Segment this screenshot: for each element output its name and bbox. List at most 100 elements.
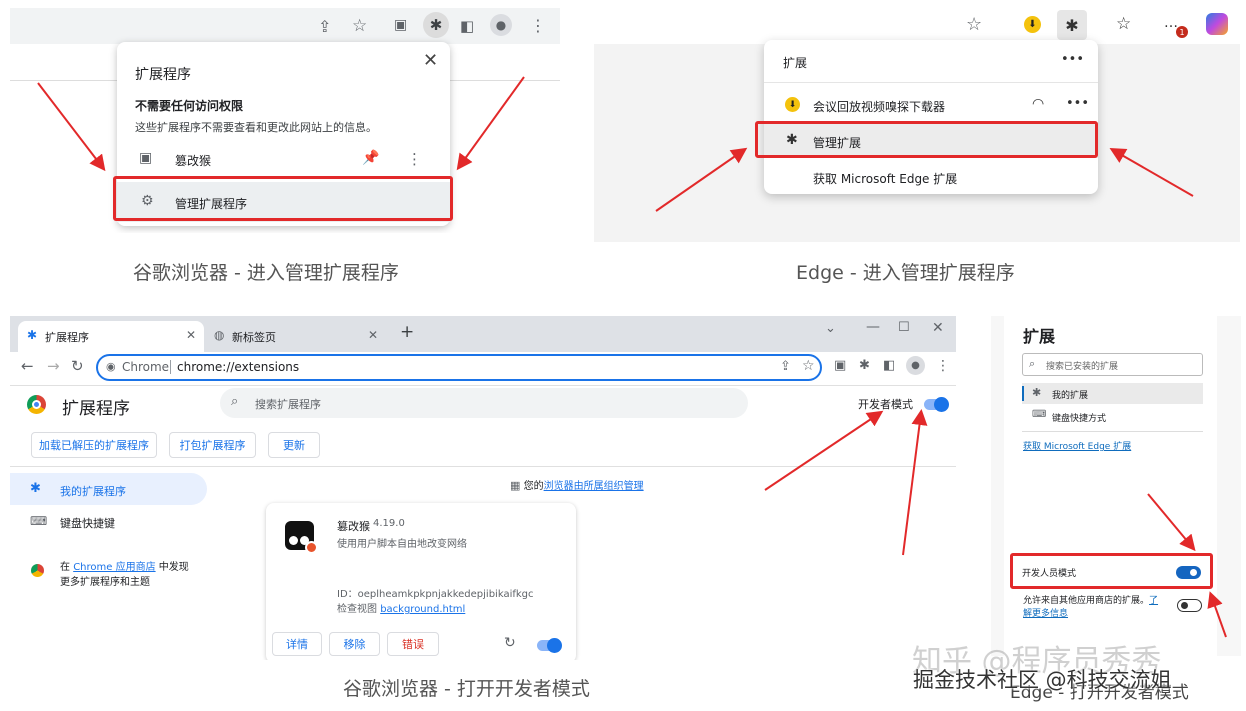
managed-prefix: 您的: [523, 481, 544, 492]
download-sniffer-toolbar-icon[interactable]: ⬇: [1024, 16, 1041, 33]
sidepanel-icon[interactable]: ◧: [883, 358, 895, 373]
edge-search-input[interactable]: ⌕ 搜索已安装的扩展: [1022, 353, 1203, 376]
extensions-puzzle-icon[interactable]: ✱: [423, 12, 449, 38]
bookmark-star-icon[interactable]: ☆: [802, 358, 815, 374]
highlight-manage-edge: [755, 121, 1098, 158]
sidebar-label: 键盘快捷键: [60, 517, 115, 530]
sidebar-item-my-extensions[interactable]: ✱ 我的扩展程序: [10, 473, 207, 505]
card-name: 篡改猴: [337, 520, 370, 533]
section-desc: 这些扩展程序不需要查看和更改此网站上的信息。: [135, 121, 377, 134]
close-icon[interactable]: ✕: [423, 50, 438, 71]
forward-icon[interactable]: →: [47, 357, 60, 375]
star-icon[interactable]: ☆: [352, 16, 367, 36]
chrome-extensions-page-screenshot: ✱ 扩展程序 ✕ ◍ 新标签页 ✕ + ⌄ — ☐ ✕ ← → ↻ ◉ Chro…: [10, 316, 956, 660]
learn-more-link-part1[interactable]: 了: [1149, 596, 1158, 606]
maximize-icon[interactable]: ☐: [898, 320, 910, 335]
extension-row[interactable]: ⬇ 会议回放视频嗅探下载器 ◠ •••: [764, 88, 1098, 122]
webstore-text-line2: 更多扩展程序和主题: [60, 577, 150, 588]
new-tab-button[interactable]: +: [400, 322, 414, 342]
webstore-text: 在 Chrome 应用商店 中发现: [60, 558, 189, 573]
reload-icon[interactable]: ↻: [71, 357, 84, 375]
sidebar-item-shortcuts[interactable]: ⌨ 键盘快捷键: [10, 508, 207, 536]
tampermonkey-logo: [285, 521, 318, 554]
window-close-icon[interactable]: ✕: [932, 320, 944, 336]
allow-text: 允许来自其他应用商店的扩展。: [1023, 596, 1150, 606]
close-tab-icon[interactable]: ✕: [368, 328, 378, 342]
url-separator: [170, 360, 171, 374]
sidepanel-icon[interactable]: ◧: [460, 17, 474, 35]
get-extensions-link[interactable]: 获取 Microsoft Edge 扩展: [1023, 439, 1131, 452]
dev-mode-toggle[interactable]: [924, 397, 949, 412]
chrome-logo: [27, 395, 46, 414]
action-bar-divider: [10, 466, 956, 467]
notification-badge: 1: [1176, 26, 1188, 38]
load-unpacked-button[interactable]: 加载已解压的扩展程序: [31, 432, 157, 458]
close-tab-icon[interactable]: ✕: [186, 328, 196, 342]
pin-icon[interactable]: 📌: [362, 150, 379, 166]
update-button[interactable]: 更新: [268, 432, 320, 458]
copilot-icon[interactable]: [1206, 13, 1228, 35]
url-text: chrome://extensions: [177, 360, 300, 374]
nav-shortcuts[interactable]: ⌨ 键盘快捷方式: [1022, 406, 1203, 427]
tab-newtab[interactable]: ◍ 新标签页 ✕: [206, 321, 384, 352]
puzzle-outline-icon: ✱: [30, 481, 41, 496]
star-icon[interactable]: ☆: [966, 14, 982, 35]
share-icon[interactable]: ⇪: [780, 359, 791, 374]
card-description: 使用用户脚本自由地改变网络: [337, 539, 467, 550]
omnibox[interactable]: ◉ Chrome chrome://extensions ⇪ ☆: [96, 354, 822, 381]
section-title: 不需要任何访问权限: [135, 99, 244, 113]
extensions-puzzle-icon[interactable]: ✱: [859, 358, 870, 373]
card-id: ID：oeplheamkpkpnjakkedepjibikaifkgc: [337, 589, 534, 600]
learn-more-link[interactable]: 解更多信息: [1023, 606, 1068, 619]
back-icon[interactable]: ←: [21, 357, 34, 375]
nav-my-extensions[interactable]: ✱ 我的扩展: [1022, 383, 1203, 404]
extensions-puzzle-icon[interactable]: ✱: [1057, 10, 1087, 40]
menu-kebab-icon[interactable]: ⋮: [530, 16, 546, 35]
more-options-icon[interactable]: ⋮: [407, 150, 422, 168]
tampermonkey-toolbar-icon[interactable]: ▣: [834, 358, 846, 373]
reload-extension-icon[interactable]: ↻: [504, 635, 516, 651]
inspect-link[interactable]: background.html: [380, 604, 465, 615]
watermark-juejin: 掘金技术社区 @科技交流姐: [913, 668, 1172, 692]
search-extensions-input[interactable]: ⌕ 搜索扩展程序: [220, 388, 748, 418]
visibility-eye-icon[interactable]: ◠: [1032, 96, 1044, 112]
menu-kebab-icon[interactable]: ⋮: [936, 358, 950, 374]
extension-enable-toggle[interactable]: [537, 638, 562, 653]
minimize-icon[interactable]: —: [866, 319, 880, 335]
highlight-dev-mode-edge: [1010, 553, 1213, 589]
webstore-icon: [31, 564, 44, 577]
favorites-icon[interactable]: ☆: [1116, 14, 1131, 34]
edge-toolbar: [594, 6, 1240, 44]
managed-notice: ▦ 您的浏览器由所属组织管理: [510, 477, 644, 492]
profile-avatar-icon[interactable]: ●: [906, 356, 925, 375]
details-button[interactable]: 详情: [272, 632, 322, 656]
extension-name: 篡改猴: [175, 154, 212, 168]
more-options-icon[interactable]: •••: [1066, 96, 1089, 111]
tab-extensions[interactable]: ✱ 扩展程序 ✕: [18, 321, 204, 352]
keyboard-icon: ⌨: [1032, 409, 1047, 420]
toggle-knob: [547, 638, 562, 653]
caption-chrome-dev: 谷歌浏览器 - 打开开发者模式: [343, 678, 590, 700]
nav-active-indicator: [1022, 386, 1024, 401]
managed-link[interactable]: 浏览器由所属组织管理: [544, 481, 644, 492]
tab-search-icon[interactable]: ⌄: [825, 321, 836, 336]
search-icon: ⌕: [231, 394, 239, 409]
allow-other-stores-toggle[interactable]: [1177, 599, 1202, 612]
get-extensions-link[interactable]: 获取 Microsoft Edge 扩展: [813, 170, 957, 187]
extension-row[interactable]: ▣ 篡改猴 📌 ⋮: [117, 144, 450, 176]
sidebar-item-webstore[interactable]: 在 Chrome 应用商店 中发现 更多扩展程序和主题: [10, 556, 207, 592]
toggle-knob: [934, 397, 949, 412]
divider: [1022, 431, 1203, 432]
pack-extension-button[interactable]: 打包扩展程序: [169, 432, 256, 458]
profile-avatar-icon[interactable]: ●: [490, 14, 512, 36]
search-placeholder: 搜索已安装的扩展: [1046, 362, 1119, 372]
errors-button[interactable]: 错误: [387, 632, 439, 656]
chrome-toolbar: [10, 8, 560, 44]
more-options-icon[interactable]: •••: [1061, 52, 1084, 67]
remove-button[interactable]: 移除: [329, 632, 380, 656]
webstore-link[interactable]: Chrome 应用商店: [73, 562, 155, 573]
download-sniffer-icon: ⬇: [785, 97, 800, 112]
tampermonkey-toolbar-icon[interactable]: ▣: [394, 17, 407, 33]
share-icon[interactable]: ⇪: [318, 17, 331, 36]
search-icon: ⌕: [1029, 357, 1036, 370]
